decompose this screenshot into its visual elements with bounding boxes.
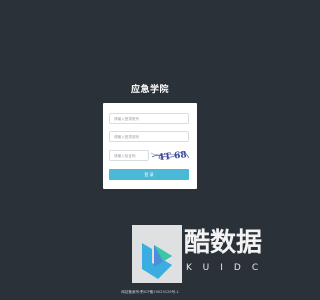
account-input[interactable] [109, 113, 189, 124]
captcha-text: 4T 68 [158, 150, 188, 162]
login-card: 4T 68 登 录 [103, 103, 197, 189]
watermark-logo-icon [132, 225, 182, 283]
page-title: 应急学院 [130, 85, 169, 95]
password-input[interactable] [109, 131, 189, 142]
watermark-name: 酷数据 [184, 228, 263, 258]
login-page: 应急学院 4T 68 登 录 酷数据 KUIDC 网站备案号:黔ICP备1902… [0, 0, 300, 300]
watermark-latin: KUIDC [186, 263, 270, 273]
footer-icp: 网站备案号:黔ICP备19025129号-1 [121, 290, 179, 294]
captcha-image[interactable]: 4T 68 [150, 149, 190, 162]
watermark-logo: 酷数据 KUIDC [132, 223, 282, 287]
captcha-input[interactable] [109, 150, 149, 161]
login-button[interactable]: 登 录 [109, 169, 189, 180]
